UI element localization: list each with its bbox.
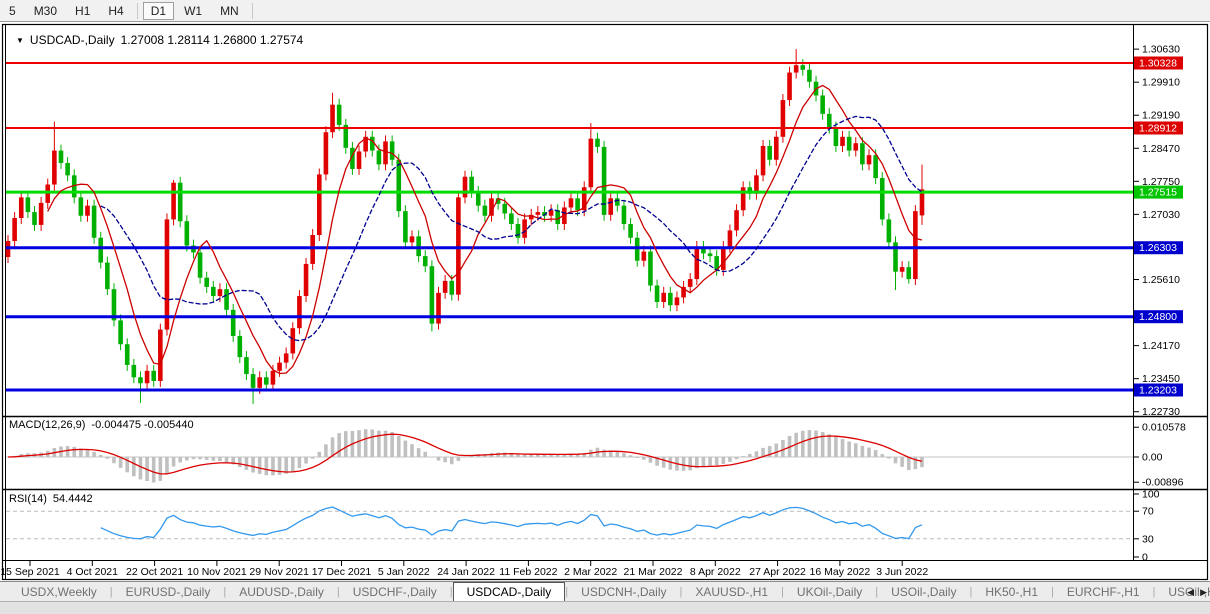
svg-text:1.23203: 1.23203 bbox=[1139, 385, 1177, 397]
chart-canvas[interactable]: 1.306301.299101.291901.284701.277501.270… bbox=[0, 0, 1210, 614]
svg-text:1.27515: 1.27515 bbox=[1139, 187, 1177, 199]
svg-text:17 Dec 2021: 17 Dec 2021 bbox=[312, 566, 372, 578]
rsi-panel-layer bbox=[6, 507, 1133, 539]
svg-text:1.30630: 1.30630 bbox=[1142, 44, 1180, 56]
panel-frames bbox=[3, 24, 1209, 580]
horizontal-lines-layer bbox=[6, 63, 1133, 390]
svg-text:1.28912: 1.28912 bbox=[1139, 122, 1177, 134]
rsi-indicator-label: RSI(14) 54.4442 bbox=[9, 493, 93, 505]
svg-text:1.25610: 1.25610 bbox=[1142, 274, 1180, 286]
svg-text:1.29190: 1.29190 bbox=[1142, 110, 1180, 122]
svg-text:24 Jan 2022: 24 Jan 2022 bbox=[437, 566, 495, 578]
svg-text:16 May 2022: 16 May 2022 bbox=[810, 566, 871, 578]
chart-ohlc-values: 1.27008 1.28114 1.26800 1.27574 bbox=[121, 33, 304, 47]
rsi-value: 54.4442 bbox=[53, 493, 93, 505]
symbol-dropdown-icon[interactable]: ▼ bbox=[16, 36, 24, 45]
svg-text:8 Apr 2022: 8 Apr 2022 bbox=[690, 566, 741, 578]
svg-text:10 Nov 2021: 10 Nov 2021 bbox=[187, 566, 247, 578]
svg-text:-0.00896: -0.00896 bbox=[1142, 477, 1184, 489]
svg-text:29 Nov 2021: 29 Nov 2021 bbox=[249, 566, 309, 578]
svg-text:0.010578: 0.010578 bbox=[1142, 422, 1186, 434]
macd-name: MACD(12,26,9) bbox=[9, 419, 85, 431]
svg-text:11 Feb 2022: 11 Feb 2022 bbox=[499, 566, 557, 578]
svg-text:1.26303: 1.26303 bbox=[1139, 242, 1177, 254]
macd-indicator-label: MACD(12,26,9) -0.004475 -0.005440 bbox=[9, 419, 194, 431]
svg-text:1.28470: 1.28470 bbox=[1142, 143, 1180, 155]
svg-text:4 Oct 2021: 4 Oct 2021 bbox=[67, 566, 119, 578]
svg-text:1.24170: 1.24170 bbox=[1142, 340, 1180, 352]
svg-text:3 Jun 2022: 3 Jun 2022 bbox=[876, 566, 928, 578]
svg-text:0: 0 bbox=[1142, 552, 1148, 564]
svg-text:27 Apr 2022: 27 Apr 2022 bbox=[749, 566, 806, 578]
macd-panel-layer bbox=[6, 429, 1133, 482]
svg-text:15 Sep 2021: 15 Sep 2021 bbox=[0, 566, 60, 578]
svg-text:1.24800: 1.24800 bbox=[1139, 311, 1177, 323]
date-axis: 15 Sep 2021 4 Oct 2021 22 Oct 2021 10 Nov 2… bbox=[0, 561, 928, 579]
svg-text:0.00: 0.00 bbox=[1142, 452, 1163, 464]
svg-text:30: 30 bbox=[1142, 533, 1154, 545]
macd-values: -0.004475 -0.005440 bbox=[91, 419, 193, 431]
svg-text:1.29910: 1.29910 bbox=[1142, 77, 1180, 89]
svg-text:21 Mar 2022: 21 Mar 2022 bbox=[624, 566, 683, 578]
trading-terminal: { "toolbar": { "timeframes": ["5", "M30"… bbox=[0, 0, 1210, 614]
svg-text:22 Oct 2021: 22 Oct 2021 bbox=[126, 566, 183, 578]
chart-symbol-title: USDCAD-,Daily bbox=[30, 33, 115, 47]
svg-text:5 Jan 2022: 5 Jan 2022 bbox=[378, 566, 430, 578]
svg-text:2 Mar 2022: 2 Mar 2022 bbox=[564, 566, 617, 578]
svg-text:1.27030: 1.27030 bbox=[1142, 209, 1180, 221]
svg-text:1.22730: 1.22730 bbox=[1142, 406, 1180, 418]
svg-text:1.23450: 1.23450 bbox=[1142, 373, 1180, 385]
rsi-name: RSI(14) bbox=[9, 493, 47, 505]
chart-title-row: ▼ USDCAD-,Daily 1.27008 1.28114 1.26800 … bbox=[16, 33, 303, 47]
svg-text:70: 70 bbox=[1142, 506, 1154, 518]
svg-text:1.30328: 1.30328 bbox=[1139, 58, 1177, 70]
svg-text:100: 100 bbox=[1142, 489, 1160, 501]
